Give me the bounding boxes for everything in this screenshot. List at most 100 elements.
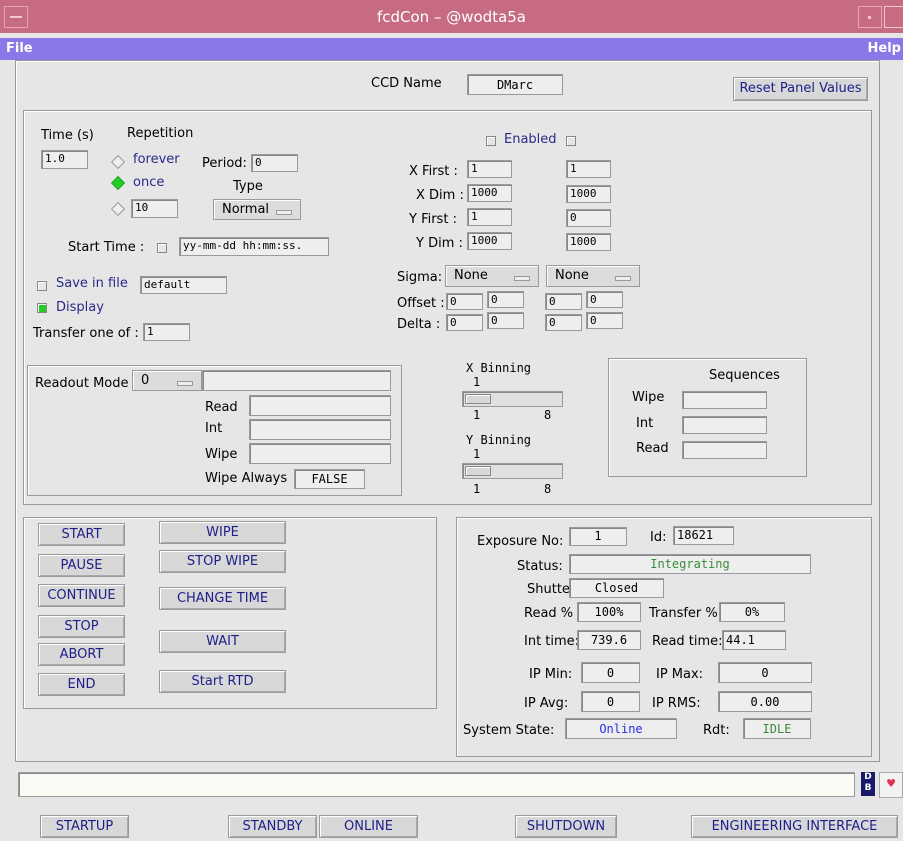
- readout-mode-select[interactable]: 0: [132, 370, 202, 391]
- ccd-name-label: CCD Name: [371, 76, 442, 91]
- pause-button[interactable]: PAUSE: [38, 554, 125, 577]
- display-label: Display: [56, 300, 104, 315]
- type-select[interactable]: Normal: [213, 199, 301, 220]
- minimize-icon[interactable]: [858, 6, 882, 28]
- end-button[interactable]: END: [38, 673, 125, 696]
- transfer-label: Transfer one of :: [33, 326, 139, 341]
- x-binning-value: 1: [473, 375, 481, 389]
- read-time-value: 44.1: [722, 630, 786, 650]
- enabled2-checkbox[interactable]: [566, 136, 576, 146]
- shutter-value: Closed: [569, 578, 664, 598]
- enabled-checkbox[interactable]: [486, 136, 496, 146]
- start-time-checkbox[interactable]: [157, 243, 167, 253]
- start-rtd-button[interactable]: Start RTD: [159, 670, 286, 693]
- offset-input-4[interactable]: 0: [586, 291, 623, 308]
- transfer-input[interactable]: 1: [143, 323, 190, 341]
- offset-label: Offset :: [397, 296, 445, 311]
- delta-input-3[interactable]: 0: [545, 314, 582, 331]
- x-binning-label: X Binning: [466, 361, 532, 375]
- enabled-label: Enabled: [504, 132, 557, 147]
- ip-max-label: IP Max:: [656, 667, 704, 682]
- y-binning-label: Y Binning: [466, 433, 532, 447]
- id-label: Id:: [650, 530, 667, 545]
- period-label: Period:: [202, 156, 247, 171]
- y-binning-slider[interactable]: [462, 463, 563, 479]
- offset-input-3[interactable]: 0: [545, 293, 582, 310]
- menu-file[interactable]: File: [6, 41, 33, 56]
- delta-input-1[interactable]: 0: [446, 314, 483, 331]
- shutdown-button[interactable]: SHUTDOWN: [515, 815, 617, 838]
- save-in-file-checkbox[interactable]: [37, 281, 47, 291]
- option-menu-icon: [177, 381, 193, 386]
- seq-wipe-field: [682, 391, 767, 409]
- window-menu-icon[interactable]: [4, 6, 28, 28]
- offset-input-2[interactable]: 0: [487, 291, 524, 308]
- type-label: Type: [233, 179, 263, 194]
- reset-panel-values-button[interactable]: Reset Panel Values: [733, 77, 868, 101]
- time-input[interactable]: 1.0: [41, 150, 88, 169]
- wipe-always-value: FALSE: [294, 469, 365, 489]
- standby-button[interactable]: STANDBY: [228, 815, 317, 838]
- y-dim-input[interactable]: 1000: [467, 232, 512, 250]
- transfer-pct-label: Transfer %: [649, 606, 718, 621]
- db-icon[interactable]: DB: [861, 772, 875, 796]
- x-first-input-2[interactable]: 1: [566, 160, 611, 178]
- x-binning-slider[interactable]: [462, 391, 563, 407]
- engineering-interface-button[interactable]: ENGINEERING INTERFACE: [691, 815, 898, 838]
- x-dim-label: X Dim :: [416, 188, 464, 203]
- sigma-value-1: None: [454, 268, 488, 283]
- y-dim-label: Y Dim :: [416, 236, 463, 251]
- seq-read-label: Read: [636, 441, 669, 456]
- wipe-button[interactable]: WIPE: [159, 521, 286, 544]
- title-bar[interactable]: fcdCon – @wodta5a: [0, 0, 903, 33]
- heart-icon[interactable]: ♥: [879, 772, 903, 798]
- period-input[interactable]: 0: [251, 154, 298, 172]
- read-time-label: Read time:: [652, 634, 723, 649]
- x-first-input[interactable]: 1: [467, 160, 512, 178]
- rep-forever-label: forever: [133, 152, 180, 167]
- int-label: Int: [205, 421, 223, 436]
- seq-wipe-label: Wipe: [632, 390, 665, 405]
- continue-button[interactable]: CONTINUE: [38, 584, 125, 607]
- stop-button[interactable]: STOP: [38, 615, 125, 638]
- x-dim-input-2[interactable]: 1000: [566, 185, 611, 203]
- rep-count-input[interactable]: 10: [131, 199, 178, 218]
- start-button[interactable]: START: [38, 523, 125, 546]
- rdt-label: Rdt:: [703, 723, 730, 738]
- start-time-label: Start Time :: [68, 240, 145, 255]
- sigma-value-2: None: [555, 268, 589, 283]
- delta-input-4[interactable]: 0: [586, 312, 623, 329]
- menu-help[interactable]: Help: [868, 41, 901, 56]
- ip-min-value: 0: [581, 662, 640, 683]
- message-bar: [18, 772, 855, 797]
- online-button[interactable]: ONLINE: [319, 815, 418, 838]
- offset-input-1[interactable]: 0: [446, 293, 483, 310]
- startup-button[interactable]: STARTUP: [40, 815, 129, 838]
- maximize-icon[interactable]: [884, 6, 903, 28]
- start-time-input[interactable]: yy-mm-dd hh:mm:ss.: [179, 237, 329, 256]
- int-time-label: Int time:: [524, 634, 580, 649]
- seq-read-field: [682, 441, 767, 459]
- sigma-select-1[interactable]: None: [445, 265, 539, 287]
- y-first-input[interactable]: 1: [467, 208, 512, 226]
- stop-wipe-button[interactable]: STOP WIPE: [159, 550, 286, 573]
- x-dim-input[interactable]: 1000: [467, 184, 512, 202]
- save-filename-input[interactable]: default: [140, 276, 227, 294]
- abort-button[interactable]: ABORT: [38, 643, 125, 666]
- int-field: [249, 419, 391, 440]
- y-binning-thumb[interactable]: [465, 466, 491, 476]
- y-dim-input-2[interactable]: 1000: [566, 233, 611, 251]
- wipe-label: Wipe: [205, 447, 238, 462]
- rdt-value: IDLE: [743, 718, 811, 739]
- x-binning-thumb[interactable]: [465, 394, 491, 404]
- display-checkbox[interactable]: [37, 303, 47, 313]
- rep-once-label: once: [133, 175, 165, 190]
- y-first-input-2[interactable]: 0: [566, 209, 611, 227]
- system-state-label: System State:: [463, 723, 555, 738]
- wait-button[interactable]: WAIT: [159, 630, 286, 653]
- sigma-select-2[interactable]: None: [546, 265, 640, 287]
- wipe-always-label: Wipe Always: [205, 471, 288, 486]
- repetition-label: Repetition: [127, 126, 194, 141]
- delta-input-2[interactable]: 0: [487, 312, 524, 329]
- change-time-button[interactable]: CHANGE TIME: [159, 587, 286, 610]
